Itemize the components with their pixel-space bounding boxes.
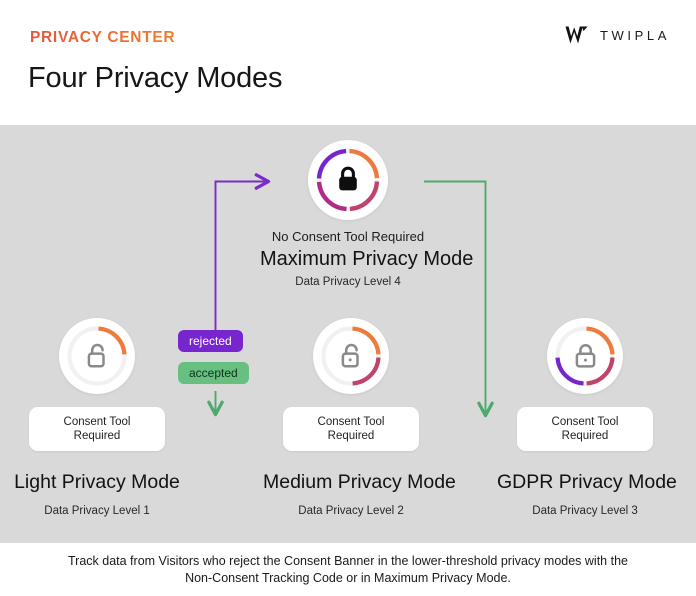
maximum-consent-note: No Consent Tool Required <box>271 229 425 244</box>
brand-logo: TWIPLA <box>565 25 670 45</box>
medium-consent-pill: Consent Tool Required <box>283 407 419 451</box>
page-title: Four Privacy Modes <box>28 62 283 94</box>
light-mode-name: Light Privacy Mode <box>14 471 180 493</box>
node-gdpr-privacy[interactable]: Consent Tool Required GDPR Privacy Mode … <box>497 318 677 517</box>
light-privacy-dial <box>59 318 135 394</box>
maximum-mode-level: Data Privacy Level 4 <box>295 276 401 288</box>
gdpr-consent-pill: Consent Tool Required <box>517 407 653 451</box>
gdpr-mode-level: Data Privacy Level 3 <box>532 505 638 517</box>
gdpr-privacy-dial <box>547 318 623 394</box>
node-medium-privacy[interactable]: Consent Tool Required Medium Privacy Mod… <box>263 318 456 517</box>
gdpr-mode-name: GDPR Privacy Mode <box>497 471 677 493</box>
medium-mode-level: Data Privacy Level 2 <box>298 505 404 517</box>
maximum-privacy-dial <box>308 140 388 220</box>
brand-name: TWIPLA <box>600 27 670 43</box>
light-mode-level: Data Privacy Level 1 <box>44 505 150 517</box>
light-consent-pill: Consent Tool Required <box>29 407 165 451</box>
footer-caption: Track data from Visitors who reject the … <box>0 543 696 596</box>
header: PRIVACY CENTER TWIPLA Four Privacy Modes <box>0 0 696 125</box>
medium-privacy-dial <box>313 318 389 394</box>
twipla-w-logo-icon <box>565 25 591 45</box>
node-light-privacy[interactable]: Consent Tool Required Light Privacy Mode… <box>9 318 185 517</box>
accepted-badge: accepted <box>178 362 249 384</box>
rejected-badge: rejected <box>178 330 243 352</box>
caption-text: Track data from Visitors who reject the … <box>68 554 628 585</box>
medium-mode-name: Medium Privacy Mode <box>263 471 456 493</box>
node-maximum-privacy[interactable]: No Consent Tool Required Maximum Privacy… <box>260 140 474 288</box>
eyebrow-label: PRIVACY CENTER <box>30 29 176 46</box>
maximum-mode-name: Maximum Privacy Mode <box>260 248 474 270</box>
privacy-modes-infographic: PRIVACY CENTER TWIPLA Four Privacy Modes <box>0 0 696 596</box>
